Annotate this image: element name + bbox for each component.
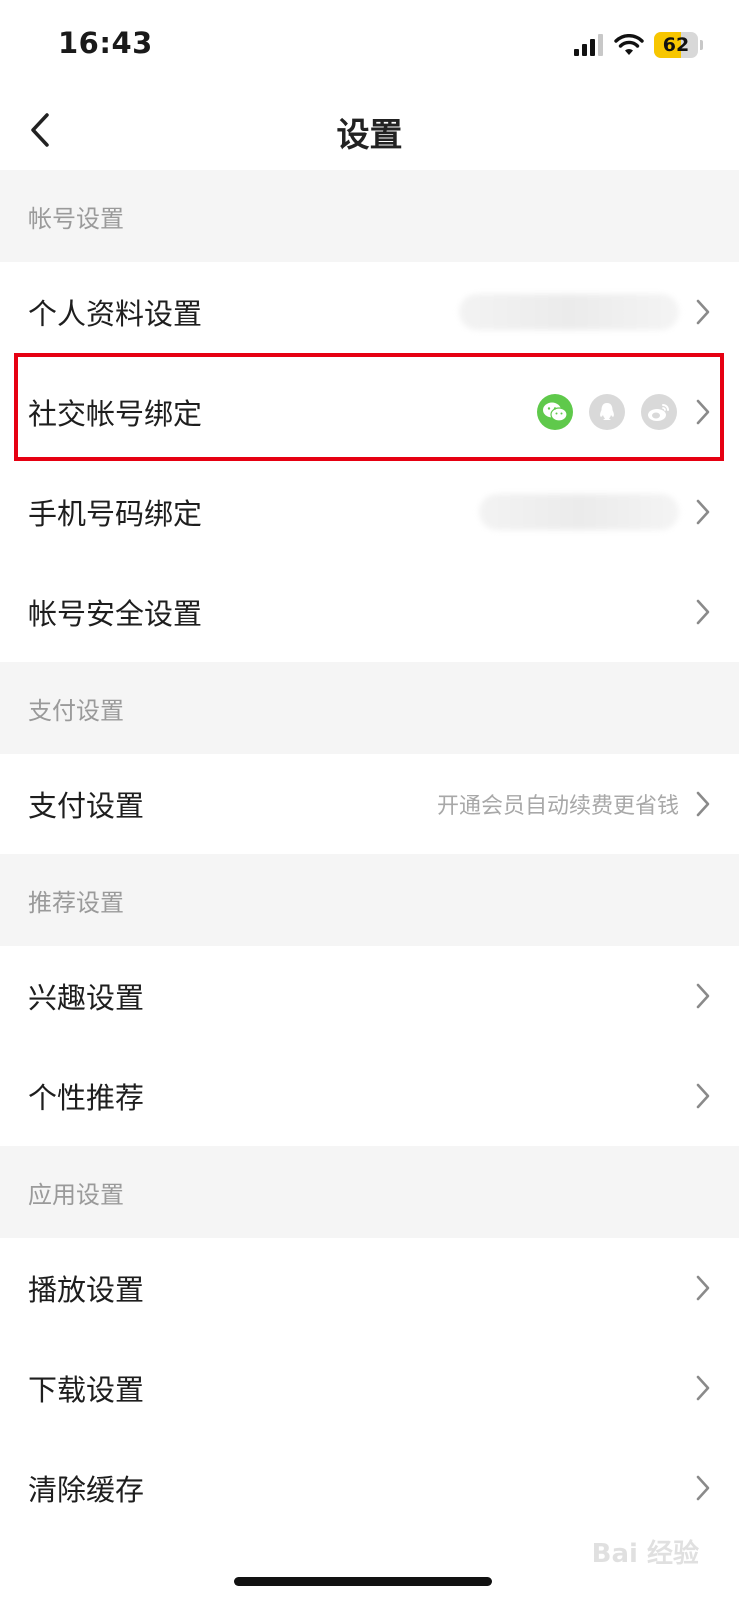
status-icons: 62 [574,32,703,58]
chevron-right-icon [693,497,713,527]
social-icons [537,394,677,430]
row-label: 下载设置 [28,1373,145,1407]
chevron-right-icon [693,789,713,819]
chevron-right-icon [693,1473,713,1503]
page-title: 设置 [336,115,403,154]
row-label: 支付设置 [28,789,145,823]
payment-hint: 开通会员自动续费更省钱 [436,794,679,819]
row-social-binding[interactable]: 社交帐号绑定 [0,362,739,462]
row-phone-binding[interactable]: 手机号码绑定 [0,462,739,562]
chevron-right-icon [693,597,713,627]
chevron-right-icon [693,397,713,427]
section-header-payment: 支付设置 [0,662,739,754]
settings-list: 帐号设置 个人资料设置 社交帐号绑定 手机号码绑定 帐号安全设置 支付设置 支付… [0,170,739,1538]
home-indicator[interactable] [234,1577,492,1586]
row-label: 播放设置 [28,1273,145,1307]
chevron-right-icon [693,981,713,1011]
row-download-settings[interactable]: 下载设置 [0,1338,739,1438]
row-profile-settings[interactable]: 个人资料设置 [0,262,739,362]
row-personal-recommend[interactable]: 个性推荐 [0,1046,739,1146]
watermark: Bai 经验 [591,1539,699,1569]
blurred-profile-value [459,294,679,330]
weibo-icon[interactable] [641,394,677,430]
blurred-phone-value [479,494,679,530]
wifi-icon [614,34,644,55]
row-label: 个人资料设置 [28,297,203,331]
chevron-right-icon [693,1081,713,1111]
row-label: 清除缓存 [28,1473,145,1507]
cellular-signal-icon [574,34,603,56]
row-label: 社交帐号绑定 [28,397,203,431]
section-header-recommend: 推荐设置 [0,854,739,946]
status-time: 16:43 [58,26,153,60]
qq-icon[interactable] [589,394,625,430]
status-bar: 16:43 62 [0,0,739,90]
row-playback-settings[interactable]: 播放设置 [0,1238,739,1338]
row-label: 兴趣设置 [28,981,145,1015]
nav-bar: 设置 [0,90,739,170]
chevron-right-icon [693,1373,713,1403]
wechat-icon[interactable] [537,394,573,430]
battery-level-text: 62 [662,34,690,56]
row-label: 个性推荐 [28,1081,145,1115]
battery-indicator: 62 [654,32,703,58]
chevron-right-icon [693,297,713,327]
section-header-app: 应用设置 [0,1146,739,1238]
row-label: 帐号安全设置 [28,597,203,631]
section-header-account: 帐号设置 [0,170,739,262]
row-label: 手机号码绑定 [28,497,203,531]
chevron-right-icon [693,1273,713,1303]
row-interest-settings[interactable]: 兴趣设置 [0,946,739,1046]
row-payment-settings[interactable]: 支付设置 开通会员自动续费更省钱 [0,754,739,854]
row-account-security[interactable]: 帐号安全设置 [0,562,739,662]
row-clear-cache[interactable]: 清除缓存 [0,1438,739,1538]
